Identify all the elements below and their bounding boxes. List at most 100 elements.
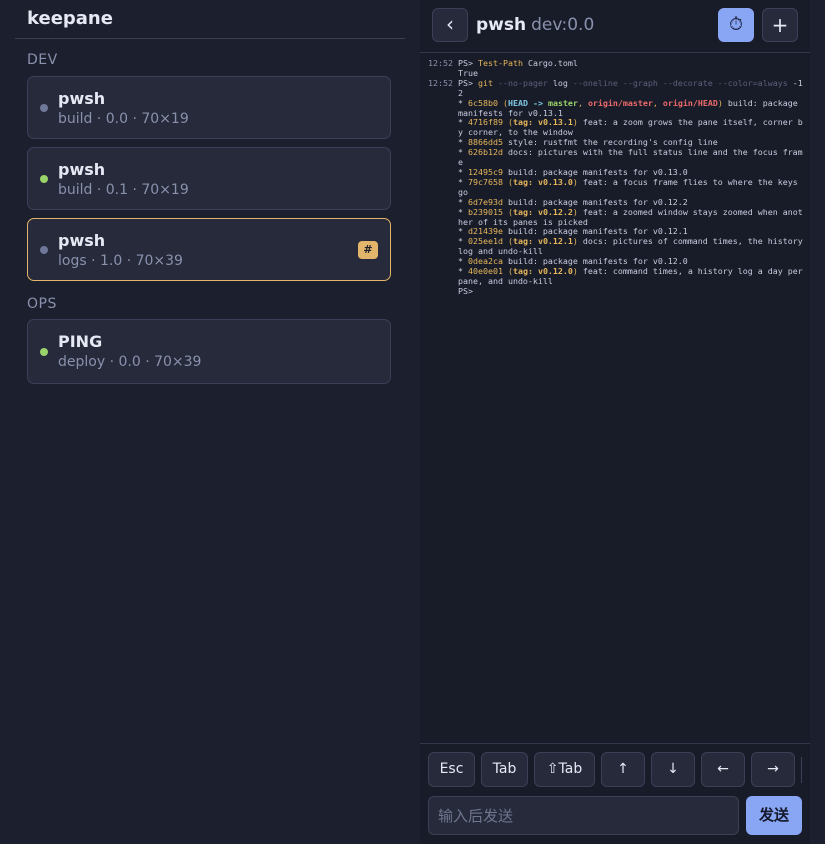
key-shift-tab[interactable]: ⇧Tab <box>534 752 595 787</box>
session-name: pwsh <box>58 89 106 108</box>
command-input[interactable] <box>428 796 739 835</box>
session-name: pwsh <box>58 160 106 179</box>
terminal-output[interactable]: 12:52 PS> Test-Path Cargo.toml True 12:52 PS… <box>428 58 806 297</box>
text-segment: 12495c9 <box>468 166 503 177</box>
session-meta: build · 0.1 · 70×19 <box>58 182 189 198</box>
text-segment: 40e0e01 <box>468 266 503 277</box>
pane-title: pwsh dev:0.0 <box>476 15 594 35</box>
line-timestamp <box>428 198 458 208</box>
line-text: * 79c7658 (tag: v0.13.0) feat: a focus f… <box>458 176 806 198</box>
line-text: * 6c58b0 (HEAD -> master, origin/master,… <box>458 97 806 119</box>
key-up[interactable]: ↑ <box>601 752 645 787</box>
text-segment: * <box>458 176 468 187</box>
line-timestamp <box>428 237 458 257</box>
text-segment: * <box>458 206 468 217</box>
text-segment: build: package manifests for v0.12.2 <box>502 196 688 207</box>
session-meta: deploy · 0.0 · 70×39 <box>58 354 202 370</box>
chevron-left-icon: ‹ <box>446 12 454 36</box>
text-segment: 0dea2ca <box>468 256 503 267</box>
text-segment: 8866dd5 <box>468 137 503 148</box>
line-timestamp: 12:52 <box>428 77 453 88</box>
text-segment: origin/HEAD <box>662 97 718 108</box>
text-segment: ( <box>497 97 508 108</box>
session-card[interactable]: pwsh build · 0.0 · 70×19 <box>27 76 391 139</box>
add-button[interactable]: + <box>762 8 798 42</box>
text-segment: d21439e <box>468 226 503 237</box>
key-left[interactable]: ← <box>701 752 745 787</box>
text-segment: * <box>458 256 468 267</box>
text-segment: , <box>577 97 588 108</box>
line-text: * b239015 (tag: v0.12.2) feat: a zoomed … <box>458 206 806 228</box>
text-segment: * <box>458 266 468 277</box>
back-button[interactable]: ‹ <box>432 8 468 42</box>
session-name: pwsh <box>58 231 106 250</box>
text-segment: Cargo.toml <box>522 58 578 68</box>
text-segment: tag: v0.13.0 <box>512 176 573 187</box>
text-segment: build: package manifests for v0.12.1 <box>502 226 688 237</box>
session-meta: build · 0.0 · 70×19 <box>58 111 189 127</box>
text-segment: 79c7658 <box>468 176 503 187</box>
line-timestamp: 12:52 <box>428 58 453 68</box>
terminal-line: PS> <box>428 285 806 297</box>
text-segment: * <box>458 236 468 247</box>
terminal-line: 12:52 PS> git --no-pager log --oneline --… <box>428 77 806 99</box>
title-divider <box>15 38 405 39</box>
keys-divider <box>420 743 810 744</box>
group-label-dev: DEV <box>27 52 58 68</box>
text-segment: PS> <box>458 77 478 88</box>
line-text: * 025ee1d (tag: v0.12.1) docs: pictures … <box>458 236 806 257</box>
pane-title-name: pwsh <box>476 15 527 35</box>
send-button[interactable]: 发送 <box>746 796 802 835</box>
text-segment: 4716f89 <box>468 117 503 128</box>
text-segment: * <box>458 166 468 177</box>
key-esc[interactable]: Esc <box>428 752 475 787</box>
key-down[interactable]: ↓ <box>651 752 695 787</box>
text-segment: ( <box>502 266 513 277</box>
text-segment: tag: v0.12.1 <box>512 236 573 247</box>
key-right[interactable]: → <box>751 752 795 787</box>
text-segment: tag: v0.13.1 <box>512 117 573 128</box>
line-text: * 626b12d docs: pictures with the full s… <box>458 147 806 168</box>
text-segment: docs: pictures with the full status line… <box>458 147 803 168</box>
text-segment: 025ee1d <box>468 236 503 247</box>
sessions-sidebar: keepane DEV pwsh build · 0.0 · 70×19 pws… <box>0 0 406 844</box>
text-segment: log <box>547 77 573 88</box>
session-card-active[interactable]: pwsh logs · 1.0 · 70×39 # <box>27 218 391 281</box>
text-segment: PS> <box>458 285 473 296</box>
text-segment: * <box>458 196 468 207</box>
text-segment: master <box>547 97 578 108</box>
line-timestamp <box>428 287 458 297</box>
text-segment: * <box>458 137 468 148</box>
timer-button[interactable]: ⏱ <box>718 8 754 42</box>
line-timestamp <box>428 148 458 168</box>
header-divider <box>420 52 810 53</box>
status-dot <box>40 104 48 112</box>
text-segment: --oneline --graph --decorate --color=alw… <box>572 77 788 88</box>
status-dot <box>40 246 48 254</box>
pane-title-target: dev:0.0 <box>531 15 595 35</box>
keys-scroll-edge <box>801 757 802 783</box>
text-segment: HEAD -> <box>507 97 548 108</box>
text-segment: Test-Path <box>477 58 523 68</box>
line-timestamp <box>428 99 458 119</box>
text-segment: build: package manifests for v0.12.0 <box>502 256 688 267</box>
line-text: * 40e0e01 (tag: v0.12.0) feat: command t… <box>458 266 806 287</box>
text-segment: b239015 <box>468 206 503 217</box>
text-segment: * <box>458 226 468 237</box>
text-segment: ( <box>502 206 513 217</box>
session-name: PING <box>58 332 103 351</box>
key-tab[interactable]: Tab <box>481 752 528 787</box>
app-title: keepane <box>27 8 113 29</box>
text-segment: 6d7e93d <box>468 196 503 207</box>
text-segment: 626b12d <box>468 147 503 158</box>
text-segment: --no-pager <box>492 77 548 88</box>
session-card[interactable]: PING deploy · 0.0 · 70×39 <box>27 319 391 384</box>
line-timestamp <box>428 267 458 287</box>
stopwatch-icon: ⏱ <box>728 14 744 35</box>
text-segment: origin/master <box>587 97 653 108</box>
line-text: PS> git --no-pager log --oneline --graph… <box>458 77 806 99</box>
session-card[interactable]: pwsh build · 0.1 · 70×19 <box>27 147 391 210</box>
status-dot <box>40 348 48 356</box>
terminal-line: * 6c58b0 (HEAD -> master, origin/master,… <box>428 97 806 119</box>
text-segment: * <box>458 147 468 158</box>
